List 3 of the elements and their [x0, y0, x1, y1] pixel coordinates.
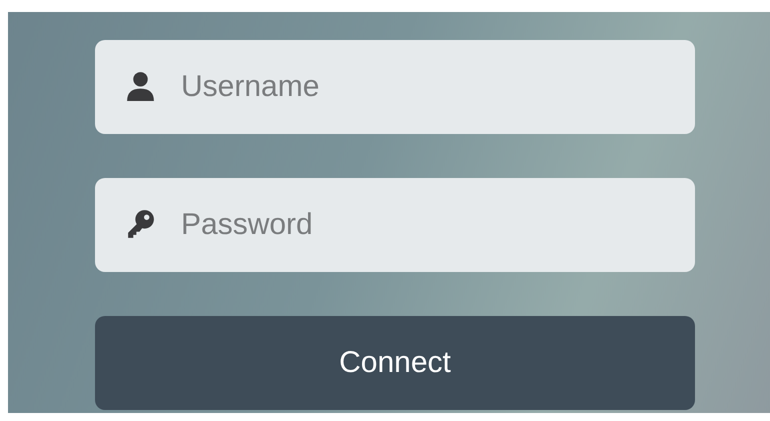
connect-button[interactable]: Connect [95, 316, 695, 410]
input-field[interactable]: Username [95, 40, 695, 134]
input-field[interactable]: Password [95, 178, 695, 272]
